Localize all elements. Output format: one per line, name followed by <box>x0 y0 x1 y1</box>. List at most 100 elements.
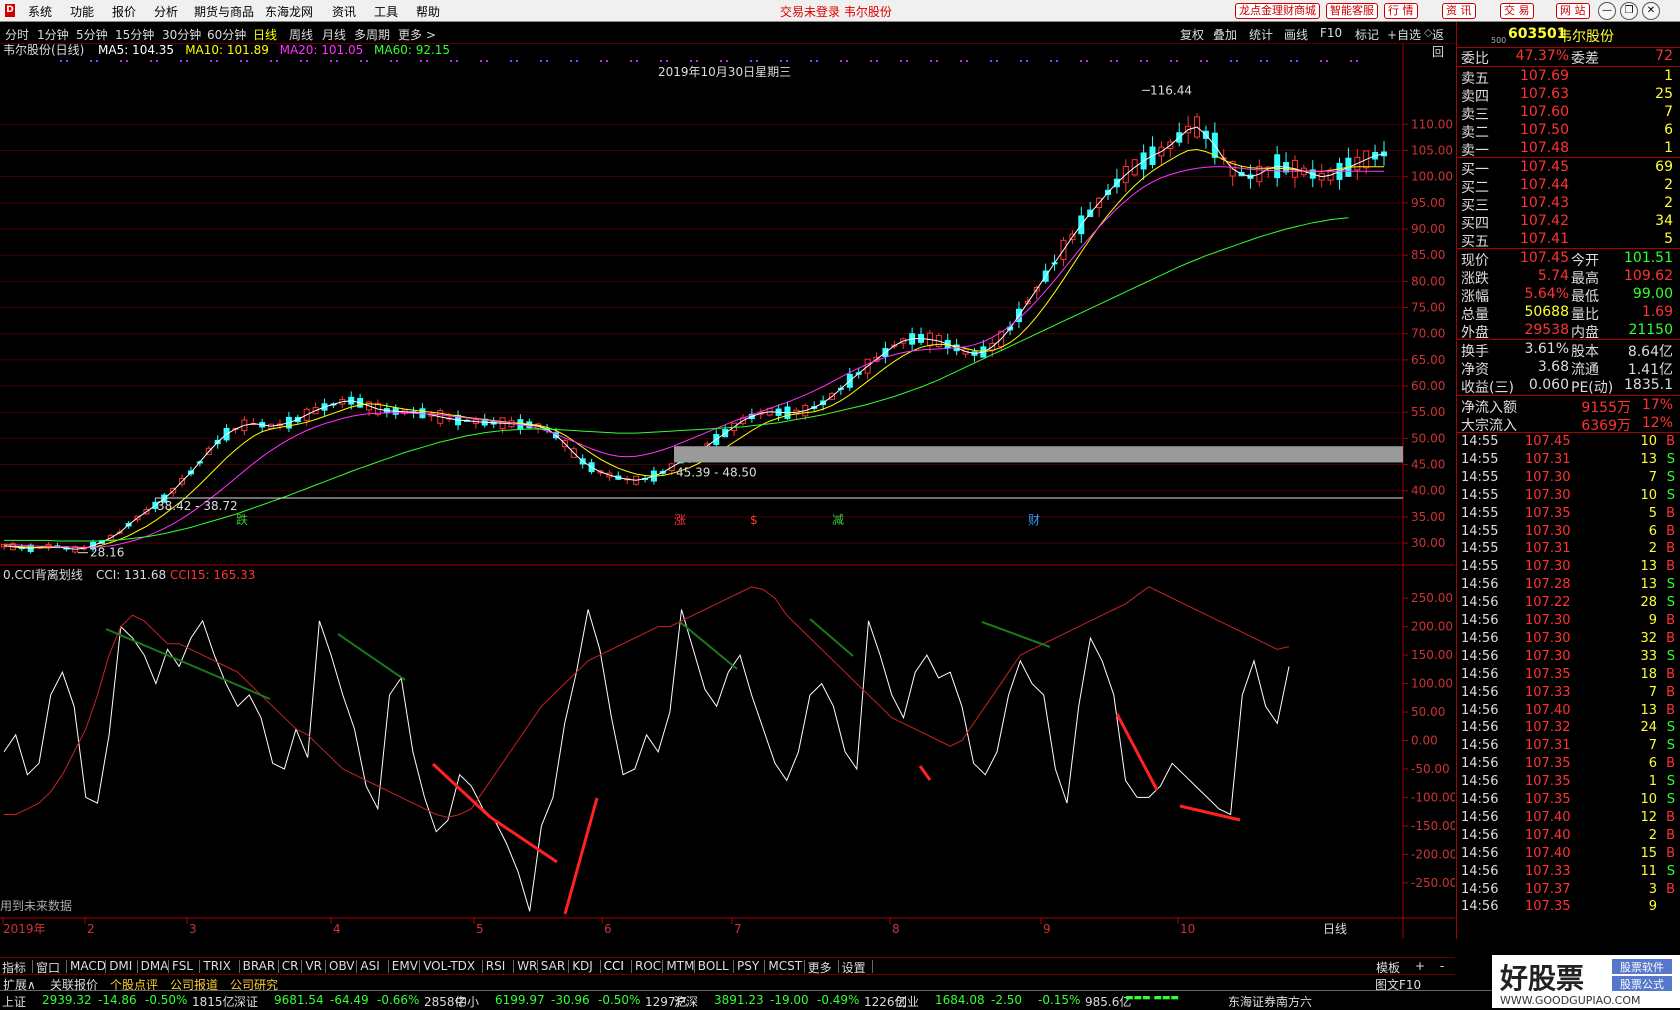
index-pct: -0.66% <box>377 993 420 1007</box>
bid-row: 买四 107.42 34 <box>1457 213 1680 232</box>
menu-item-8[interactable]: 帮助 <box>416 3 440 20</box>
period-tab-7[interactable]: 周线 <box>289 26 313 43</box>
menu-item-4[interactable]: 期货与商品 <box>194 3 254 20</box>
tool-button-0[interactable]: 复权 <box>1180 26 1204 43</box>
top-button-5[interactable]: 网 站 <box>1556 3 1590 19</box>
bid-vol: 2 <box>1664 195 1673 211</box>
period-tab-3[interactable]: 15分钟 <box>115 26 154 43</box>
top-button-4[interactable]: 交 易 <box>1500 3 1534 19</box>
tick-vol: 3 <box>1648 881 1657 897</box>
index-name[interactable]: 沪深 <box>674 993 698 1010</box>
indicator-tab-13[interactable]: VOL-TDX <box>423 959 475 973</box>
period-tab-8[interactable]: 月线 <box>322 26 346 43</box>
tick-side: B <box>1666 541 1675 557</box>
tool-button-4[interactable]: F10 <box>1320 26 1342 40</box>
indicator-tab-5[interactable]: FSL <box>172 959 193 973</box>
stat-label: 总量 <box>1461 307 1489 323</box>
tab-separator <box>662 960 664 973</box>
tick-row: 14:56 107.37 3 B <box>1457 882 1680 900</box>
period-tab-4[interactable]: 30分钟 <box>162 26 201 43</box>
menu-item-5[interactable]: 东海龙网 <box>265 3 313 20</box>
purple-dot <box>156 60 158 62</box>
tool-button-1[interactable]: 叠加 <box>1213 26 1237 43</box>
xtick-label: 5 <box>476 922 484 936</box>
top-button-3[interactable]: 资 讯 <box>1442 3 1476 19</box>
price-range-band <box>674 446 1403 463</box>
template-tab-1[interactable]: + <box>1415 959 1425 973</box>
menu-item-6[interactable]: 资讯 <box>332 3 356 20</box>
index-name[interactable]: 创业 <box>895 993 919 1010</box>
period-tab-6[interactable]: 日线 <box>253 26 277 43</box>
indicator-tab-17[interactable]: KDJ <box>572 959 593 973</box>
purple-dot <box>606 60 608 62</box>
top-button-1[interactable]: 智能客服 <box>1326 3 1378 19</box>
tick-side: B <box>1666 666 1675 682</box>
tab-separator <box>803 960 805 973</box>
period-tab-2[interactable]: 5分钟 <box>76 26 108 43</box>
period-tab-9[interactable]: 多周期 <box>354 26 390 43</box>
indicator-tab-9[interactable]: VR <box>305 959 322 973</box>
settings-diamond-icon[interactable]: ◇ <box>1424 26 1432 39</box>
ask-row: 卖二 107.50 6 <box>1457 122 1680 141</box>
top-button-0[interactable]: 龙点金理财商城 <box>1235 3 1320 19</box>
indicator-tab-15[interactable]: WR <box>517 959 537 973</box>
indicator-tab-21[interactable]: BOLL <box>698 959 729 973</box>
menu-item-2[interactable]: 报价 <box>112 3 136 20</box>
tick-time: 14:55 <box>1461 559 1499 575</box>
period-tab-1[interactable]: 1分钟 <box>37 26 69 43</box>
tool-button-5[interactable]: 标记 <box>1355 26 1379 43</box>
tick-time: 14:55 <box>1461 434 1499 449</box>
top-button-2[interactable]: 行 情 <box>1384 3 1418 19</box>
tool-button-2[interactable]: 统计 <box>1249 26 1273 43</box>
indicator-tab-2[interactable]: MACD <box>70 959 106 973</box>
small-vol-label: 500 <box>1491 36 1507 45</box>
index-name[interactable]: 上证 <box>2 993 26 1010</box>
indicator-tab-6[interactable]: TRIX <box>203 959 230 973</box>
tool-button-3[interactable]: 画线 <box>1284 26 1308 43</box>
indicator-tab-20[interactable]: MTM <box>666 959 694 973</box>
template-tab-2[interactable]: - <box>1440 959 1444 973</box>
period-tab-10[interactable]: 更多 > <box>398 26 436 43</box>
menu-item-0[interactable]: 系统 <box>28 3 52 20</box>
period-tab-5[interactable]: 60分钟 <box>207 26 246 43</box>
indicator-tab-7[interactable]: BRAR <box>243 959 276 973</box>
tick-price: 107.30 <box>1525 613 1571 628</box>
indicator-tab-22[interactable]: PSY <box>737 959 759 973</box>
tick-side: B <box>1666 827 1675 843</box>
indicator-tab-10[interactable]: OBV <box>329 959 355 973</box>
menu-item-7[interactable]: 工具 <box>374 3 398 20</box>
purple-dot <box>1230 60 1232 62</box>
purple-dot <box>246 60 248 62</box>
chart-area[interactable]: 110.00 105.00 100.00 95.00 90.00 85.00 80.00 75… <box>0 42 1457 939</box>
xtick-label: 10 <box>1180 922 1195 936</box>
weicha-value: 72 <box>1655 48 1673 64</box>
menu-item-3[interactable]: 分析 <box>154 3 178 20</box>
indicator-tab-23[interactable]: MCST <box>768 959 802 973</box>
index-name[interactable]: 中小 <box>455 993 479 1010</box>
ytick-label-main: 105.00 <box>1411 144 1453 158</box>
tick-time: 14:56 <box>1461 738 1499 754</box>
indicator-tab-18[interactable]: CCI <box>604 959 624 973</box>
indicator-tab-4[interactable]: DMA <box>141 959 169 973</box>
tick-time: 14:55 <box>1461 487 1499 503</box>
restore-icon[interactable]: ❐ <box>1620 2 1638 20</box>
menu-item-1[interactable]: 功能 <box>70 3 94 20</box>
stock-chart-svg[interactable]: 110.00105.00100.0095.0090.0085.0080.0075… <box>0 42 1457 939</box>
indicator-tab-3[interactable]: DMI <box>109 959 132 973</box>
event-marker-1: 涨 <box>674 512 686 527</box>
close-icon[interactable]: ✕ <box>1642 2 1660 20</box>
indicator-tab-16[interactable]: SAR <box>541 959 565 973</box>
indicator-tab-8[interactable]: CR <box>282 959 299 973</box>
purple-dot <box>396 60 398 62</box>
tick-row: 14:55 107.35 5 B <box>1457 506 1680 524</box>
indicator-tab-14[interactable]: RSI <box>486 959 506 973</box>
indicator-tab-12[interactable]: EMV <box>392 959 418 973</box>
period-tab-0[interactable]: 分时 <box>5 26 29 43</box>
indicator-tab-11[interactable]: ASI <box>360 959 379 973</box>
index-name[interactable]: 深证 <box>234 993 258 1010</box>
purple-dot <box>66 60 68 62</box>
minimize-icon[interactable]: — <box>1598 2 1616 20</box>
tick-vol: 12 <box>1640 809 1657 825</box>
indicator-tab-19[interactable]: ROC <box>635 959 661 973</box>
tool-button-6[interactable]: +自选 <box>1387 26 1421 43</box>
